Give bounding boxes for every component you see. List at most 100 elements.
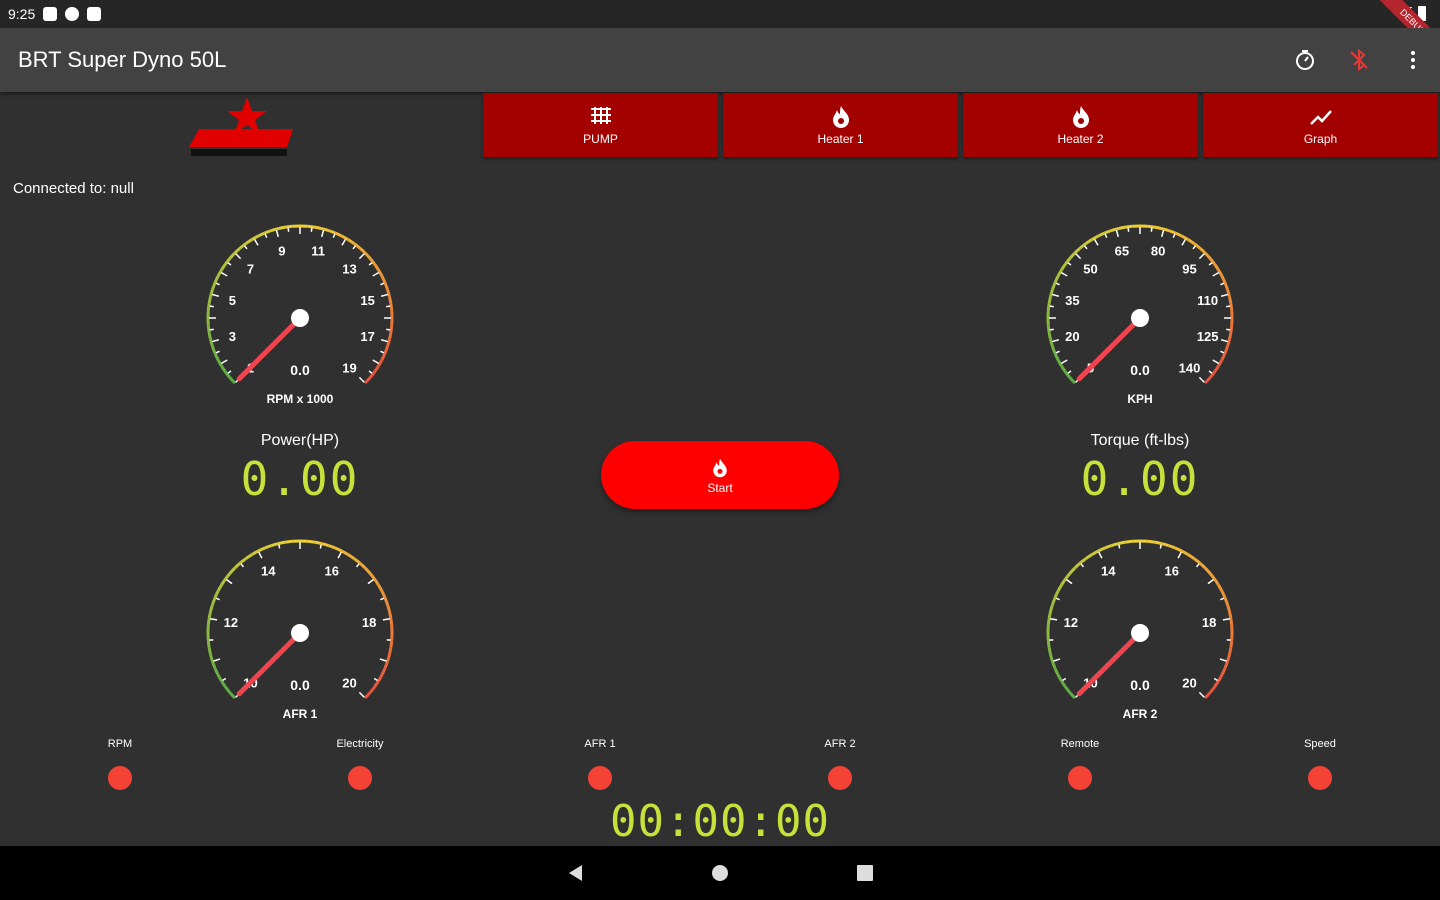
- gauge-arc-segment: [1220, 352, 1227, 361]
- tab-pump[interactable]: PUMP: [483, 93, 718, 157]
- start-button[interactable]: Start: [601, 441, 839, 509]
- gauge-arc-segment: [334, 231, 343, 238]
- gauge-tick: [1075, 253, 1082, 260]
- gauge-tick: [1049, 305, 1054, 308]
- gauge-arc-segment: [213, 275, 220, 284]
- gauge-arc-segment: [245, 553, 253, 560]
- gauge-arc-segment: [321, 227, 329, 232]
- gauge-tick: [1051, 339, 1060, 343]
- gauge-arc-segment: [278, 225, 286, 231]
- gauge-tick-label: 50: [1083, 262, 1097, 277]
- gauge-tick-label: 35: [1065, 293, 1079, 308]
- tab-graph[interactable]: Graph: [1203, 93, 1438, 157]
- gauge-arc-segment: [386, 339, 391, 347]
- gauge-arc-segment: [358, 561, 367, 570]
- gauge-arc-segment: [1208, 686, 1216, 694]
- gauge-tick: [380, 339, 389, 343]
- gauge-tick: [1067, 262, 1072, 266]
- gauge-arc-segment: [1118, 540, 1126, 546]
- timer-icon[interactable]: [1291, 46, 1319, 74]
- gauge-arc-segment: [220, 365, 227, 373]
- more-vert-icon[interactable]: [1399, 46, 1427, 74]
- gauge-tick: [1198, 253, 1205, 260]
- gauge-arc-segment: [1213, 578, 1220, 586]
- gauge-tick-label: 18: [362, 615, 376, 630]
- gauge-arc-segment: [264, 544, 273, 550]
- gauge-tick: [1212, 359, 1220, 365]
- bluetooth-disabled-icon[interactable]: [1345, 46, 1373, 74]
- gauge-arc-segment: [389, 325, 394, 333]
- indicator-label: Remote: [1060, 738, 1100, 750]
- gauge-unit-label: AFR 1: [283, 707, 318, 721]
- gauge-tick: [1049, 328, 1054, 331]
- gauge-tick: [213, 658, 221, 662]
- gauge-arc-segment: [271, 227, 279, 232]
- gauge-arc-segment: [1226, 289, 1231, 297]
- gauge-tick-label: 11: [311, 243, 325, 258]
- gauge-arc-segment: [380, 275, 387, 284]
- gauge-tick: [1177, 551, 1182, 559]
- gauge-arc-segment: [1051, 660, 1057, 669]
- elapsed-timer: 00:00:00: [610, 796, 830, 847]
- gauge-tick: [1220, 282, 1225, 286]
- tab-heater-2[interactable]: Heater 2: [963, 93, 1198, 157]
- gauge-tick: [341, 238, 347, 246]
- tab-heater-1[interactable]: Heater 1: [723, 93, 958, 157]
- gauge-arc-segment: [363, 566, 372, 575]
- gauge-tick: [225, 578, 233, 585]
- gauge-tick: [368, 262, 373, 266]
- indicator-speed: Speed: [1260, 738, 1380, 790]
- gauge-tick: [1220, 339, 1229, 343]
- gauge-tick: [1198, 691, 1205, 698]
- gauge-tick: [1051, 293, 1060, 297]
- gauge-hub: [291, 309, 309, 327]
- gauge-arc-segment: [363, 251, 372, 260]
- back-icon[interactable]: [566, 863, 586, 883]
- gauge-tick: [379, 658, 387, 662]
- gauge-arc-segment: [327, 229, 336, 235]
- gauge-arc-segment: [1104, 229, 1113, 235]
- gauge-tick-label: 12: [1064, 615, 1078, 630]
- gauge-arc-segment: [271, 542, 279, 547]
- gauge-arc-segment: [233, 246, 242, 255]
- gauge-arc-segment: [1227, 296, 1233, 304]
- gauge-arc-segment: [1104, 544, 1113, 550]
- gauge-tick: [321, 229, 325, 238]
- gauge-tick-label: 9: [278, 243, 285, 258]
- status-time: 9:25: [8, 6, 36, 22]
- gauge-arc-segment: [1079, 557, 1087, 565]
- notification-icon: [43, 7, 58, 21]
- gauge-arc-segment: [220, 680, 227, 688]
- gauge-tick: [368, 370, 373, 374]
- gauge-arc-segment: [1187, 238, 1195, 245]
- gauge-tick: [1213, 677, 1218, 682]
- gauge-tick: [372, 359, 380, 365]
- gauge-tick: [332, 233, 336, 238]
- gauge-arc-segment: [228, 566, 237, 575]
- gauge-arc-segment: [1064, 572, 1072, 580]
- power-value: 0.00: [240, 452, 360, 506]
- gauge-arc-segment: [1049, 339, 1054, 347]
- gauge-arc-segment: [213, 590, 220, 599]
- flame-icon: [832, 106, 849, 128]
- gauge-arc-segment: [1064, 686, 1072, 694]
- gauge-arc-segment: [1046, 325, 1051, 333]
- gauge-arc-segment: [1053, 590, 1060, 599]
- gauge-arc-segment: [1213, 680, 1220, 688]
- recents-icon[interactable]: [855, 863, 875, 883]
- gauge-arc-segment: [1047, 332, 1053, 340]
- gauge-arc-segment: [1229, 640, 1234, 648]
- flame-icon: [1072, 106, 1089, 128]
- gauge-tick: [1222, 618, 1230, 621]
- gauge-arc-segment: [1053, 352, 1060, 361]
- gauge-tick-label: 17: [360, 329, 374, 344]
- gauge-tick-label: 16: [1165, 564, 1179, 579]
- gauge-arc-segment: [1049, 289, 1054, 297]
- gauge-tick: [215, 282, 220, 286]
- home-icon[interactable]: [710, 863, 730, 883]
- gauge-unit-label: KPH: [1127, 392, 1152, 406]
- gauge-tick: [240, 563, 245, 568]
- gauge-arc-segment: [211, 660, 217, 669]
- gauge-tick: [1098, 551, 1103, 559]
- afr2-gauge: 1012141618200.0AFR 2: [1040, 533, 1240, 733]
